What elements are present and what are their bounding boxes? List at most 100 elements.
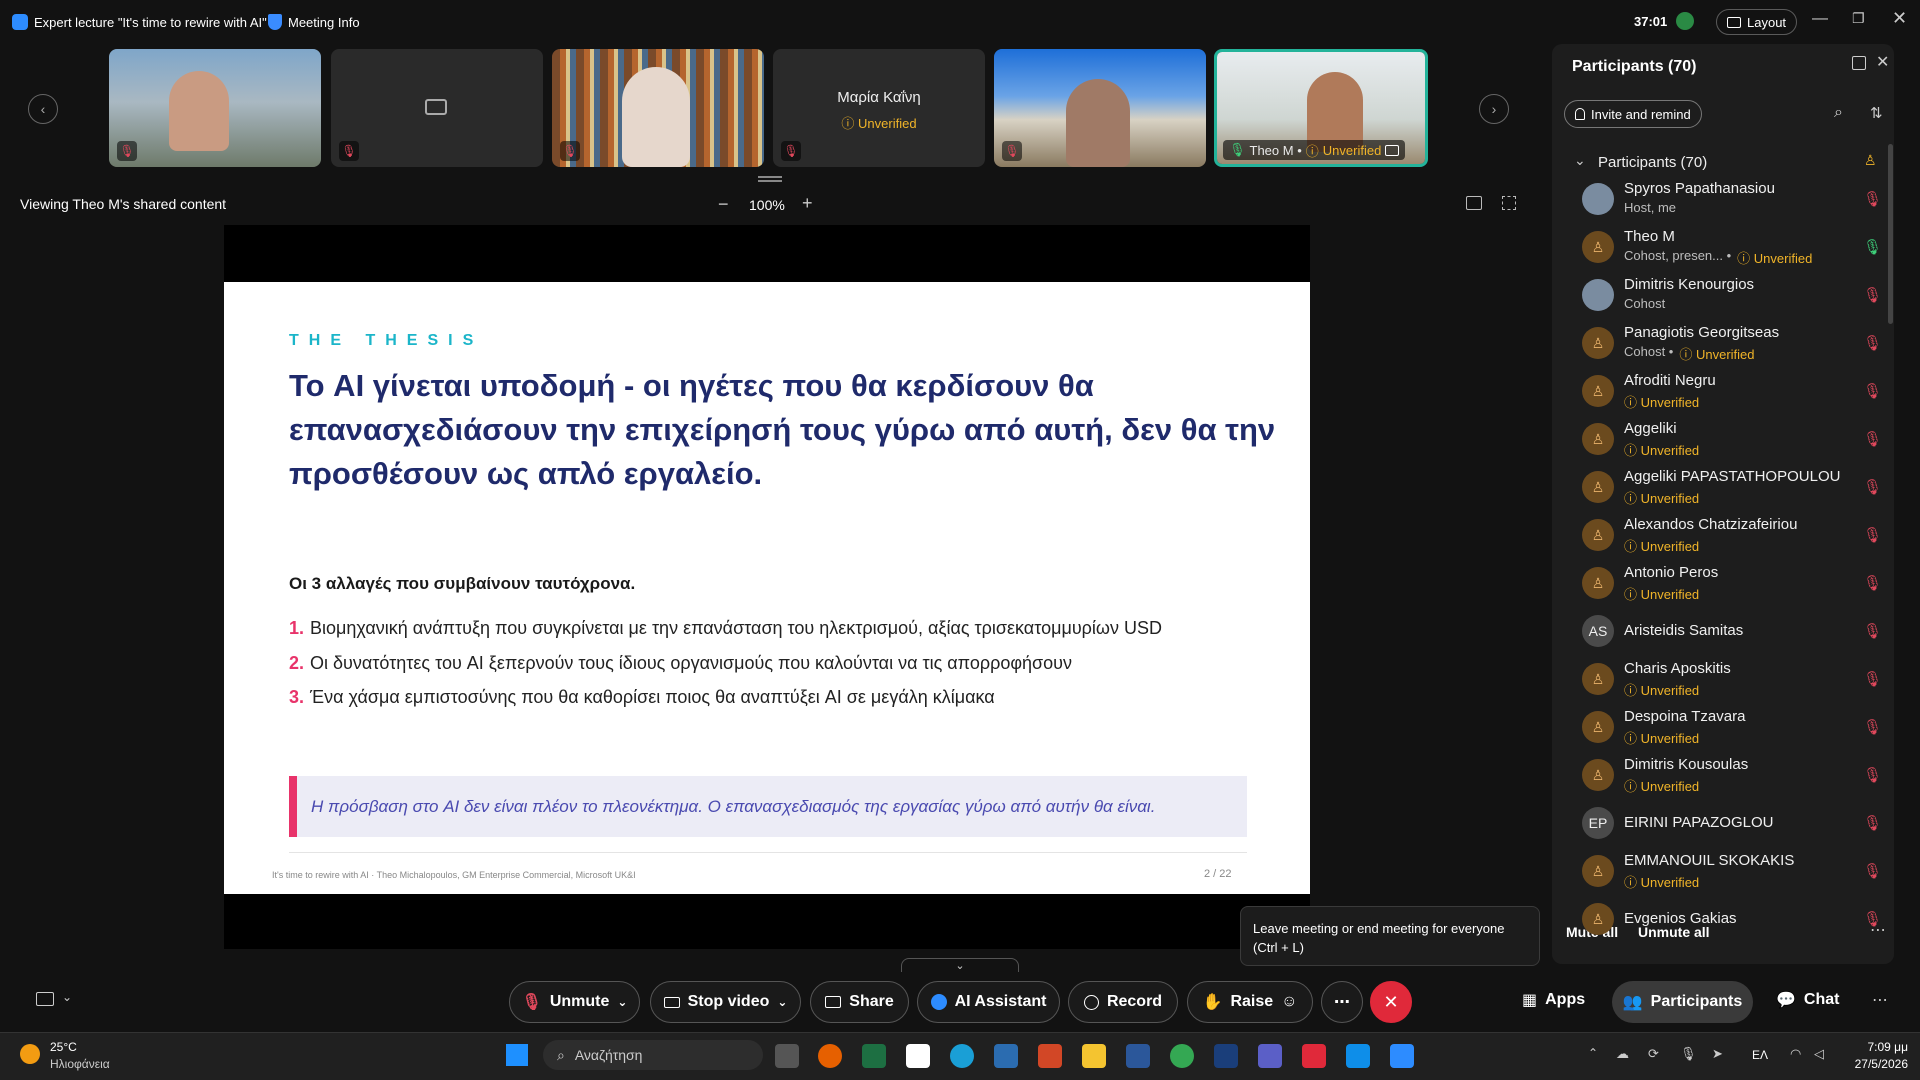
powerpoint-icon[interactable] — [1038, 1044, 1062, 1068]
stop-video-button[interactable]: Stop video ⌄ — [650, 981, 801, 1023]
anydesk-icon[interactable] — [1302, 1044, 1326, 1068]
volume-icon[interactable]: ◁ — [1814, 1046, 1824, 1062]
clock-time[interactable]: 7:09 μμ — [1838, 1040, 1908, 1054]
record-button[interactable]: Record — [1068, 981, 1178, 1023]
video-thumbnail[interactable]: 🎙 — [109, 49, 321, 167]
webex-icon[interactable] — [1214, 1044, 1238, 1068]
muted-mic-icon[interactable]: 🎙 — [1863, 862, 1882, 880]
edge-icon[interactable] — [950, 1044, 974, 1068]
task-view-icon[interactable] — [775, 1044, 799, 1068]
participant-row[interactable]: ♙ Aggeliki ⓘ Unverified 🎙 — [1582, 416, 1882, 464]
muted-mic-icon[interactable]: 🎙 — [1863, 814, 1882, 832]
participant-row[interactable]: ♙ Evgenios Gakias 🎙 — [1582, 896, 1882, 944]
participant-row[interactable]: ♙ Charis Aposkitis ⓘ Unverified 🎙 — [1582, 656, 1882, 704]
zoom-level[interactable]: 100% — [749, 197, 785, 213]
collapse-toolbar-icon[interactable]: ⌄ — [901, 958, 1019, 972]
participant-row[interactable]: ♙ Antonio Peros ⓘ Unverified 🎙 — [1582, 560, 1882, 608]
chevron-down-icon[interactable]: ⌄ — [1574, 152, 1586, 169]
language-indicator[interactable]: ΕΛ — [1752, 1048, 1768, 1062]
taskbar-search[interactable]: ⌕ Αναζήτηση — [543, 1040, 763, 1070]
clock-date[interactable]: 27/5/2026 — [1838, 1057, 1908, 1071]
participant-row[interactable]: ♙ Alexandos Chatzizafeiriou ⓘ Unverified 🎙 — [1582, 512, 1882, 560]
teamviewer-icon[interactable] — [1346, 1044, 1370, 1068]
store-icon[interactable] — [994, 1044, 1018, 1068]
muted-mic-icon[interactable]: 🎙 — [1863, 430, 1882, 448]
muted-mic-icon[interactable]: 🎙 — [1863, 334, 1882, 352]
layout-button[interactable]: Layout — [1716, 9, 1798, 35]
windows-start-icon[interactable] — [506, 1044, 528, 1066]
teams-icon[interactable] — [1258, 1044, 1282, 1068]
cloud-icon[interactable]: ☁ — [1616, 1046, 1629, 1062]
muted-mic-icon[interactable]: 🎙 — [1863, 574, 1882, 592]
weather-temp[interactable]: 25°C — [50, 1040, 77, 1054]
unmute-button[interactable]: 🎙 Unmute ⌄ — [509, 981, 640, 1023]
participant-row[interactable]: ♙ Dimitris Kousoulas ⓘ Unverified 🎙 — [1582, 752, 1882, 800]
file-explorer-icon[interactable] — [1082, 1044, 1106, 1068]
video-thumbnail[interactable]: 🎙 — [552, 49, 764, 167]
prev-thumbnails-icon[interactable]: ‹ — [28, 94, 58, 124]
participant-row[interactable]: AS Aristeidis Samitas 🎙 — [1582, 608, 1882, 656]
muted-mic-icon[interactable]: 🎙 — [1863, 526, 1882, 544]
participant-row[interactable]: ♙ EMMANOUIL SKOKAKIS ⓘ Unverified 🎙 — [1582, 848, 1882, 896]
tray-chevron-icon[interactable]: ⌃ — [1588, 1046, 1598, 1060]
more-controls-button[interactable]: ⋯ — [1321, 981, 1363, 1023]
muted-mic-icon[interactable]: 🎙 — [1863, 478, 1882, 496]
video-thumbnail[interactable]: 🎙 — [331, 49, 543, 167]
wifi-icon[interactable]: ◠ — [1790, 1046, 1801, 1062]
muted-mic-icon[interactable]: 🎙 — [1863, 190, 1882, 208]
participant-row[interactable]: ♙ Despoina Tzavara ⓘ Unverified 🎙 — [1582, 704, 1882, 752]
popout-share-icon[interactable] — [1466, 196, 1482, 210]
tradingview-icon[interactable] — [906, 1044, 930, 1068]
search-icon[interactable]: ⌕ — [1834, 104, 1843, 122]
close-panel-icon[interactable]: ✕ — [1876, 52, 1889, 72]
muted-mic-icon[interactable]: 🎙 — [1863, 286, 1882, 304]
minimize-icon[interactable]: — — [1812, 10, 1828, 28]
raise-hand-button[interactable]: ✋ Raise ☺ — [1187, 981, 1313, 1023]
muted-mic-icon[interactable]: 🎙 — [1863, 718, 1882, 736]
webex-meeting-icon[interactable] — [1390, 1044, 1414, 1068]
muted-mic-icon[interactable]: 🎙 — [1863, 766, 1882, 784]
participant-row[interactable]: ♙ Theo M Cohost, presen... • ⓘ Unverified 🎙 — [1582, 224, 1882, 272]
apps-button[interactable]: ▦ Apps — [1522, 990, 1585, 1010]
participant-row[interactable]: ♙ Aggeliki PAPASTATHOPOULOU ⓘ Unverified 🎙 — [1582, 464, 1882, 512]
captions-dropdown-icon[interactable]: ⌄ — [62, 990, 72, 1004]
participant-row[interactable]: ♙ Panagiotis Georgitseas Cohost • ⓘ Unverif… — [1582, 320, 1882, 368]
weather-sun-icon[interactable] — [20, 1044, 40, 1064]
invite-button[interactable]: Invite and remind — [1564, 100, 1702, 128]
zoom-out-icon[interactable]: − — [718, 194, 729, 215]
fullscreen-icon[interactable] — [1502, 196, 1516, 210]
mic-on-icon[interactable]: 🎙 — [1863, 238, 1882, 256]
meeting-info-button[interactable]: Meeting Info — [268, 14, 360, 30]
drag-handle-icon[interactable] — [758, 176, 782, 182]
mic-tray-icon[interactable]: 🎙 — [1680, 1046, 1697, 1062]
muted-mic-icon[interactable]: 🎙 — [1863, 910, 1882, 928]
muted-mic-icon[interactable]: 🎙 — [1863, 382, 1882, 400]
firefox-icon[interactable] — [818, 1044, 842, 1068]
share-button[interactable]: Share — [810, 981, 909, 1023]
scrollbar[interactable] — [1888, 144, 1893, 324]
more-icon[interactable]: ⋯ — [1872, 990, 1888, 1010]
participant-row[interactable]: EP EIRINI PAPAZOGLOU 🎙 — [1582, 800, 1882, 848]
zoom-in-icon[interactable]: + — [802, 193, 813, 214]
next-thumbnails-icon[interactable]: › — [1479, 94, 1509, 124]
muted-mic-icon[interactable]: 🎙 — [1863, 622, 1882, 640]
location-icon[interactable]: ➤ — [1712, 1046, 1723, 1062]
participant-row[interactable]: Dimitris Kenourgios Cohost 🎙 — [1582, 272, 1882, 320]
excel-icon[interactable] — [862, 1044, 886, 1068]
popout-panel-icon[interactable] — [1852, 56, 1866, 70]
participants-button[interactable]: 👥 Participants — [1612, 981, 1753, 1023]
participant-row[interactable]: Spyros Papathanasiou Host, me 🎙 — [1582, 176, 1882, 224]
leave-meeting-button[interactable]: ✕ — [1370, 981, 1412, 1023]
word-icon[interactable] — [1126, 1044, 1150, 1068]
restore-icon[interactable]: ❐ — [1852, 10, 1865, 27]
video-thumbnail[interactable]: 🎙 — [994, 49, 1206, 167]
chrome-icon[interactable] — [1170, 1044, 1194, 1068]
sync-icon[interactable]: ⟳ — [1648, 1046, 1659, 1062]
muted-mic-icon[interactable]: 🎙 — [1863, 670, 1882, 688]
captions-icon[interactable] — [36, 992, 54, 1006]
close-window-icon[interactable]: ✕ — [1892, 8, 1907, 29]
sort-icon[interactable]: ⇅ — [1870, 104, 1883, 122]
name-thumbnail[interactable]: Μαρία Καΐνη ⓘ Unverified 🎙 — [773, 49, 985, 167]
ai-assistant-button[interactable]: AI Assistant — [917, 981, 1060, 1023]
chat-button[interactable]: 💬 Chat — [1776, 990, 1839, 1010]
